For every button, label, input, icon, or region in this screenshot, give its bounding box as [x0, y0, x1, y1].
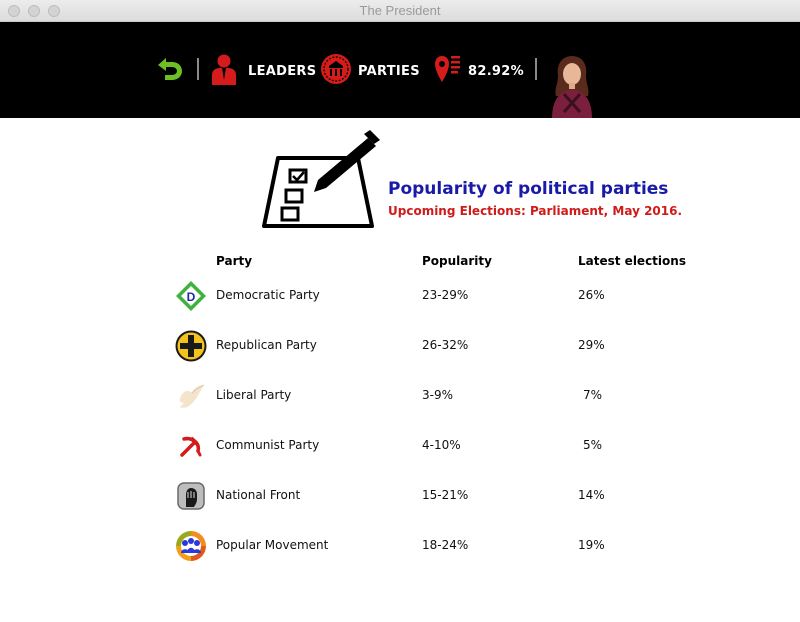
app-window: The President LEADERS PARTIES 82.92% Pop… — [0, 0, 800, 622]
communist-party-icon — [180, 436, 202, 457]
nav-separator — [535, 58, 537, 80]
top-nav-bar: LEADERS PARTIES 82.92% — [0, 22, 800, 118]
democratic-party-icon: D — [176, 281, 206, 311]
party-popularity: 18-24% — [422, 538, 469, 552]
approval-rating: 82.92% — [468, 64, 524, 79]
leaders-nav-link[interactable]: LEADERS — [248, 64, 316, 79]
party-latest-election: 26% — [578, 288, 605, 302]
party-name: Liberal Party — [216, 388, 292, 402]
party-name: Communist Party — [216, 438, 320, 452]
party-popularity: 23-29% — [422, 288, 469, 302]
leader-person-icon[interactable] — [210, 53, 238, 85]
party-name: National Front — [216, 488, 301, 502]
table-row[interactable]: Communist Party 4-10% 5% — [0, 426, 800, 466]
party-name: Republican Party — [216, 338, 317, 352]
popular-movement-icon — [176, 531, 206, 561]
party-name: Popular Movement — [216, 538, 329, 552]
parties-seal-icon[interactable] — [320, 53, 352, 85]
column-header-popularity: Popularity — [422, 254, 492, 268]
party-latest-election: 19% — [578, 538, 605, 552]
party-latest-election: 29% — [578, 338, 605, 352]
table-row[interactable]: Republican Party 26-32% 29% — [0, 326, 800, 366]
title-bar: The President — [0, 0, 800, 22]
advisor-avatar[interactable] — [546, 54, 598, 118]
party-popularity: 3-9% — [422, 388, 454, 402]
column-header-latest-elections: Latest elections — [578, 254, 686, 268]
page-subtitle: Upcoming Elections: Parliament, May 2016… — [388, 204, 683, 218]
table-row[interactable]: Liberal Party 3-9% 7% — [0, 376, 800, 416]
table-row[interactable]: National Front 15-21% 14% — [0, 476, 800, 516]
column-header-party: Party — [216, 254, 253, 268]
nav-separator — [197, 58, 199, 80]
page-title: Popularity of political parties — [388, 179, 669, 199]
window-title: The President — [359, 3, 441, 18]
national-front-icon — [177, 482, 205, 510]
parties-nav-link[interactable]: PARTIES — [358, 64, 420, 79]
republican-party-icon — [175, 330, 207, 362]
party-popularity: 15-21% — [422, 488, 469, 502]
approval-pin-icon — [435, 56, 460, 82]
table-row[interactable]: Popular Movement 18-24% 19% — [0, 526, 800, 566]
party-popularity: 4-10% — [422, 438, 461, 452]
party-name: Democratic Party — [216, 288, 320, 302]
party-latest-election: 5% — [583, 438, 603, 452]
party-popularity: 26-32% — [422, 338, 469, 352]
liberal-party-icon — [179, 384, 205, 408]
back-arrow-icon[interactable] — [154, 56, 184, 82]
party-latest-election: 7% — [583, 388, 603, 402]
ballot-box-icon — [262, 130, 380, 228]
party-latest-election: 14% — [578, 488, 605, 502]
table-row[interactable]: D Democratic Party 23-29% 26% — [0, 276, 800, 316]
svg-text:D: D — [187, 290, 196, 304]
